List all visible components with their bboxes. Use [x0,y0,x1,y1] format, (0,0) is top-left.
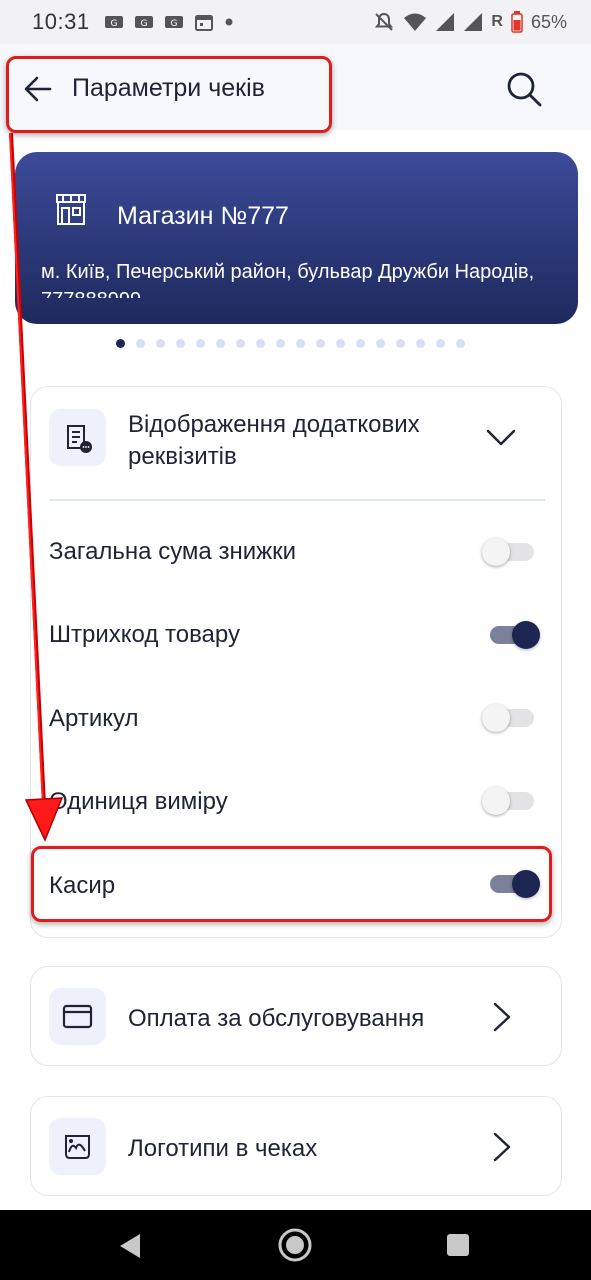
status-bar: 10:31 G G G R 65% [0,0,591,44]
nav-label-service-payment: Оплата за обслуговування [128,1005,425,1032]
carousel-dot[interactable] [336,338,345,348]
carousel-dot[interactable] [136,338,145,348]
nav-home-icon[interactable] [277,1227,313,1263]
system-nav-bar [0,1210,591,1280]
carousel-dot[interactable] [356,338,365,348]
dot-icon [225,18,233,26]
credit-card-icon-box [49,988,106,1045]
mute-icon [375,12,394,31]
svg-text:G: G [170,19,177,29]
chevron-right-icon [493,1132,511,1162]
carousel-dot[interactable] [116,338,125,348]
store-name: Магазин №777 [117,202,289,230]
carousel-dots [116,337,465,349]
status-right: R 65% [373,11,567,33]
nav-service-payment[interactable]: Оплата за обслуговування [30,966,562,1066]
battery-icon [511,11,523,33]
toggle-barcode[interactable] [482,619,540,651]
chevron-right-icon [493,1002,511,1032]
toggle-article[interactable] [482,702,540,734]
logo-image-icon-box [49,1118,106,1175]
store-card[interactable]: Магазин №777 м. Київ, Печерський район, … [15,152,578,324]
receipt-icon-box [49,409,106,466]
signal-roaming-label: R [491,13,503,30]
carousel-dot[interactable] [416,338,425,348]
gmail-icon: G [104,16,123,29]
status-time: 10:31 [32,9,90,34]
nav-recents-icon[interactable] [447,1234,469,1256]
label-article: Артикул [49,705,139,732]
label-unit: Одиниця виміру [49,788,228,815]
svg-text:G: G [140,19,147,29]
title-highlight-box [6,56,332,133]
carousel-dot[interactable] [456,338,465,348]
carousel-dot[interactable] [436,338,445,348]
wifi-icon [404,13,427,31]
svg-text:G: G [110,19,117,29]
label-barcode: Штрихкод товару [49,621,240,648]
carousel-dot[interactable] [396,338,405,348]
carousel-dot[interactable] [236,338,245,348]
carousel-dot[interactable] [296,338,305,348]
calendar-icon [194,15,213,31]
receipt-icon [67,425,92,453]
toggle-unit[interactable] [482,785,540,817]
nav-label-receipt-logos: Логотипи в чеках [128,1135,318,1162]
signal-icon [436,13,455,31]
store-address: м. Київ, Печерський район, бульвар Дружб… [41,261,535,298]
search-icon[interactable] [505,70,543,108]
carousel-dot[interactable] [176,338,185,348]
carousel-dot[interactable] [316,338,325,348]
label-total-discount: Загальна сума знижки [49,538,297,565]
nav-back-icon[interactable] [118,1232,144,1260]
carousel-dot[interactable] [196,338,205,348]
battery-percent: 65% [530,11,567,32]
divider [49,499,545,501]
nav-receipt-logos[interactable]: Логотипи в чеках [30,1096,562,1196]
toggle-total-discount[interactable] [482,536,540,568]
carousel-dot[interactable] [216,338,225,348]
carousel-dot[interactable] [156,338,165,348]
carousel-dot[interactable] [376,338,385,348]
store-icon [56,194,86,225]
gmail-icon: G [164,16,183,29]
logo-image-icon [65,1135,90,1159]
carousel-dot[interactable] [256,338,265,348]
signal-icon [464,13,483,31]
cashier-highlight-box [31,846,552,922]
credit-card-icon [62,1004,93,1029]
gmail-icon: G [134,16,153,29]
chevron-down-icon[interactable] [484,422,518,452]
requisites-title[interactable]: Відображення додаткових реквізитів [128,409,468,473]
carousel-dot[interactable] [276,338,285,348]
